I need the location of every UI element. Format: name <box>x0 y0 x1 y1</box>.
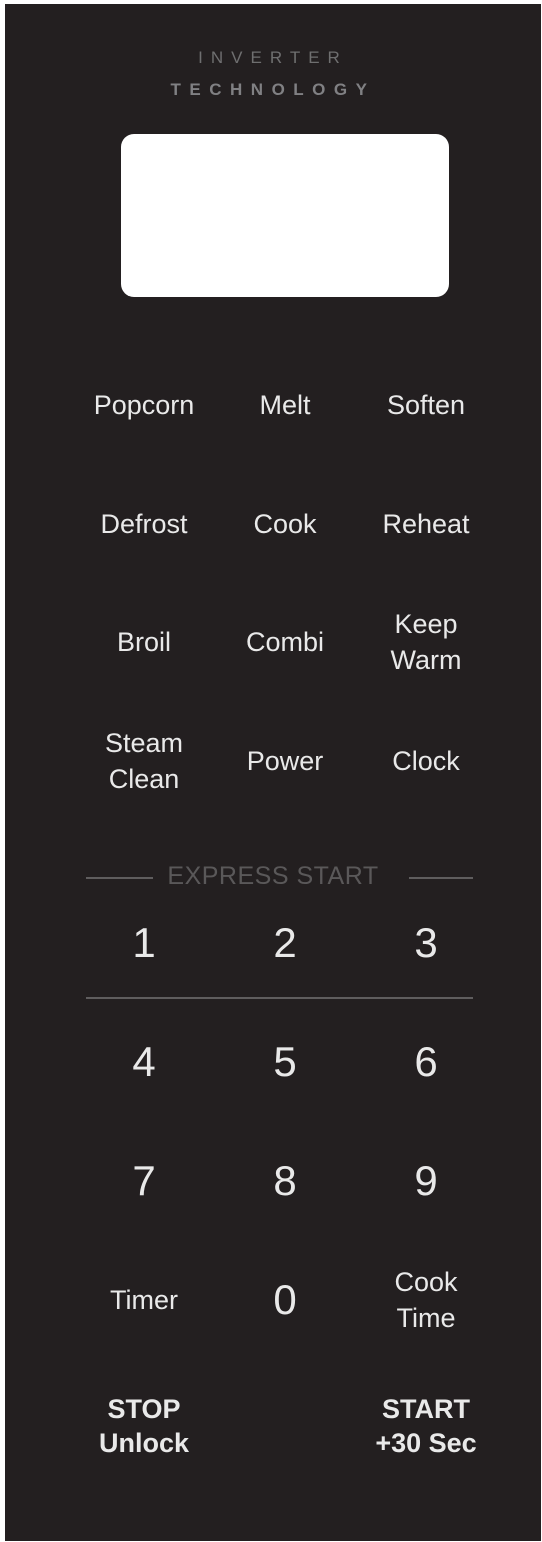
keep-warm-button[interactable]: Keep Warm <box>351 606 501 678</box>
plus-30-sec-label: +30 Sec <box>375 1428 477 1458</box>
brand-technology-text: TECHNOLOGY <box>170 80 376 99</box>
defrost-button[interactable]: Defrost <box>69 506 219 542</box>
express-start-rule-right <box>409 877 473 879</box>
start-label: START <box>382 1394 470 1424</box>
stop-label: STOP <box>107 1394 181 1424</box>
keep-warm-label-line1: Keep <box>394 609 458 639</box>
reheat-button[interactable]: Reheat <box>351 506 501 542</box>
soften-button[interactable]: Soften <box>351 387 501 423</box>
number-3-button[interactable]: 3 <box>351 919 501 967</box>
keep-warm-label-line2: Warm <box>390 645 462 675</box>
timer-button[interactable]: Timer <box>69 1282 219 1318</box>
clock-button[interactable]: Clock <box>351 743 501 779</box>
power-button[interactable]: Power <box>210 743 360 779</box>
popcorn-button[interactable]: Popcorn <box>69 387 219 423</box>
number-7-button[interactable]: 7 <box>69 1157 219 1205</box>
number-1-button[interactable]: 1 <box>69 919 219 967</box>
express-start-underline <box>86 997 473 999</box>
broil-button[interactable]: Broil <box>69 624 219 660</box>
number-9-button[interactable]: 9 <box>351 1157 501 1205</box>
steam-clean-button[interactable]: Steam Clean <box>69 725 219 797</box>
start-plus-30-sec-button[interactable]: START +30 Sec <box>351 1392 501 1460</box>
steam-clean-label-line1: Steam <box>104 728 184 758</box>
combi-button[interactable]: Combi <box>210 624 360 660</box>
number-8-button[interactable]: 8 <box>210 1157 360 1205</box>
cook-time-label-line2: Time <box>396 1303 456 1333</box>
cook-time-button[interactable]: Cook Time <box>351 1264 501 1336</box>
unlock-label: Unlock <box>98 1428 190 1458</box>
cook-button[interactable]: Cook <box>210 506 360 542</box>
number-5-button[interactable]: 5 <box>210 1038 360 1086</box>
steam-clean-label-line2: Clean <box>108 764 180 794</box>
melt-button[interactable]: Melt <box>210 387 360 423</box>
number-6-button[interactable]: 6 <box>351 1038 501 1086</box>
stop-unlock-button[interactable]: STOP Unlock <box>69 1392 219 1460</box>
number-0-button[interactable]: 0 <box>210 1276 360 1324</box>
number-2-button[interactable]: 2 <box>210 919 360 967</box>
display-window <box>121 134 449 297</box>
number-4-button[interactable]: 4 <box>69 1038 219 1086</box>
cook-time-label-line1: Cook <box>394 1267 458 1297</box>
brand-inverter-text: INVERTER <box>198 48 348 67</box>
microwave-control-panel: INVERTER TECHNOLOGY Popcorn Melt Soften … <box>5 4 541 1541</box>
